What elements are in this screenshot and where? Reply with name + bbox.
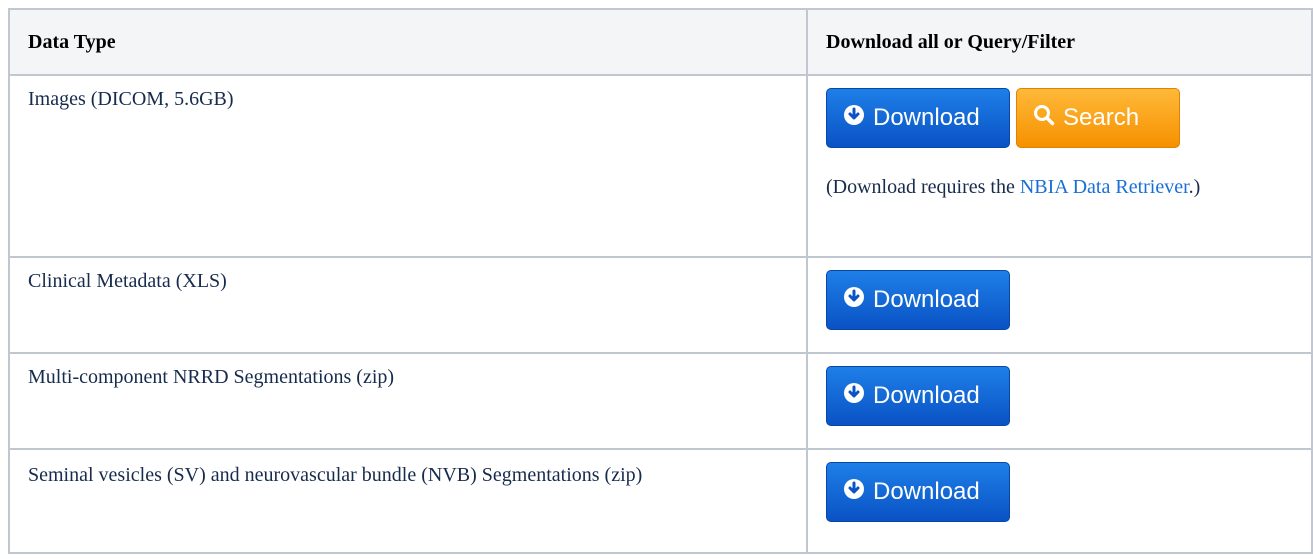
nbia-data-retriever-link[interactable]: NBIA Data Retriever [1020,176,1189,198]
download-button[interactable]: Download [826,270,1010,330]
data-access-table: Data Type Download all or Query/Filter I… [8,8,1313,554]
data-access-table-wrap: Data Type Download all or Query/Filter I… [8,8,1313,554]
actions-cell: Download [806,448,1313,554]
download-button-label: Download [873,478,980,505]
search-button-label: Search [1063,104,1140,131]
button-group: Download Search [826,76,1293,148]
table-header-row: Data Type Download all or Query/Filter [8,8,1313,76]
download-circle-icon [843,478,865,507]
data-type-cell: Images (DICOM, 5.6GB) [8,74,808,258]
data-type-label: Multi-component NRRD Segmentations (zip) [28,366,395,388]
download-requirement-note: (Download requires the NBIA Data Retriev… [826,148,1293,213]
actions-cell: Download [806,352,1313,450]
data-type-label: Images (DICOM, 5.6GB) [28,88,234,110]
data-type-cell: Seminal vesicles (SV) and neurovascular … [8,448,808,554]
search-icon [1033,104,1055,133]
download-button-label: Download [873,104,980,131]
download-button[interactable]: Download [826,88,1010,148]
button-group: Download [826,258,1293,330]
data-type-label: Clinical Metadata (XLS) [28,270,227,292]
download-circle-icon [843,104,865,133]
download-button[interactable]: Download [826,366,1010,426]
header-download: Download all or Query/Filter [806,8,1313,76]
download-button-label: Download [873,286,980,313]
button-group: Download [826,450,1293,522]
download-circle-icon [843,382,865,411]
table-row: Images (DICOM, 5.6GB) Download Search (D… [8,74,1313,258]
table-row: Clinical Metadata (XLS) Download [8,256,1313,354]
data-type-cell: Multi-component NRRD Segmentations (zip) [8,352,808,450]
button-group: Download [826,354,1293,426]
download-button-label: Download [873,382,980,409]
download-circle-icon [843,286,865,315]
data-type-cell: Clinical Metadata (XLS) [8,256,808,354]
note-prefix: (Download requires the [826,176,1020,198]
download-button[interactable]: Download [826,462,1010,522]
data-type-label: Seminal vesicles (SV) and neurovascular … [28,464,643,486]
header-data-type: Data Type [8,8,808,76]
note-suffix: .) [1188,176,1201,198]
actions-cell: Download [806,256,1313,354]
actions-cell: Download Search (Download requires the N… [806,74,1313,258]
search-button[interactable]: Search [1016,88,1180,148]
table-row: Multi-component NRRD Segmentations (zip)… [8,352,1313,450]
table-row: Seminal vesicles (SV) and neurovascular … [8,448,1313,554]
